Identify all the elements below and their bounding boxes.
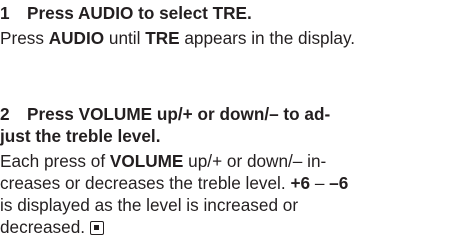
volume-button-name: VOLUME <box>109 151 184 171</box>
step-2-body-line-2: creases or decreases the treble level. +… <box>0 172 456 194</box>
end-mark-icon <box>90 221 105 235</box>
tre-display-name: TRE <box>145 28 180 48</box>
body-text: Press <box>0 28 49 48</box>
body-text: creases or decreases the treble level. <box>0 173 291 193</box>
range-dash: – <box>310 173 330 193</box>
body-text: Each press of <box>0 151 110 171</box>
range-max: +6 <box>290 173 311 193</box>
body-text: up/+ or down/– in- <box>183 151 327 171</box>
step-2-heading: 2 Press VOLUME up/+ or down/– to ad- <box>0 103 456 125</box>
step-1-heading: 1 Press AUDIO to select TRE. <box>0 2 456 24</box>
step-1-number: 1 <box>0 3 10 23</box>
manual-page: 1 Press AUDIO to select TRE. Press AUDIO … <box>0 0 456 251</box>
range-min: –6 <box>329 173 349 193</box>
step-2-body-line-4: decreased. <box>0 216 456 238</box>
body-text: until <box>104 28 146 48</box>
step-1-title: Press AUDIO to select TRE. <box>27 3 252 23</box>
step-1: 1 Press AUDIO to select TRE. Press AUDIO … <box>0 2 456 49</box>
audio-button-name: AUDIO <box>48 28 105 48</box>
step-2-body: Each press of VOLUME up/+ or down/– in- … <box>0 150 456 238</box>
step-2-title-line-2: just the treble level. <box>0 126 161 146</box>
step-2: 2 Press VOLUME up/+ or down/– to ad- just… <box>0 103 456 238</box>
body-text: decreased. <box>0 217 86 237</box>
step-2-body-line-3: is displayed as the level is increased o… <box>0 195 299 215</box>
step-1-body-line: Press AUDIO until TRE appears in the dis… <box>0 27 456 49</box>
step-2-title-line-1: Press VOLUME up/+ or down/– to ad- <box>27 104 331 124</box>
step-2-number: 2 <box>0 104 10 124</box>
step-1-body: Press AUDIO until TRE appears in the dis… <box>0 27 456 49</box>
body-text: appears in the display. <box>179 28 356 48</box>
step-2-body-line-1: Each press of VOLUME up/+ or down/– in- <box>0 150 456 172</box>
